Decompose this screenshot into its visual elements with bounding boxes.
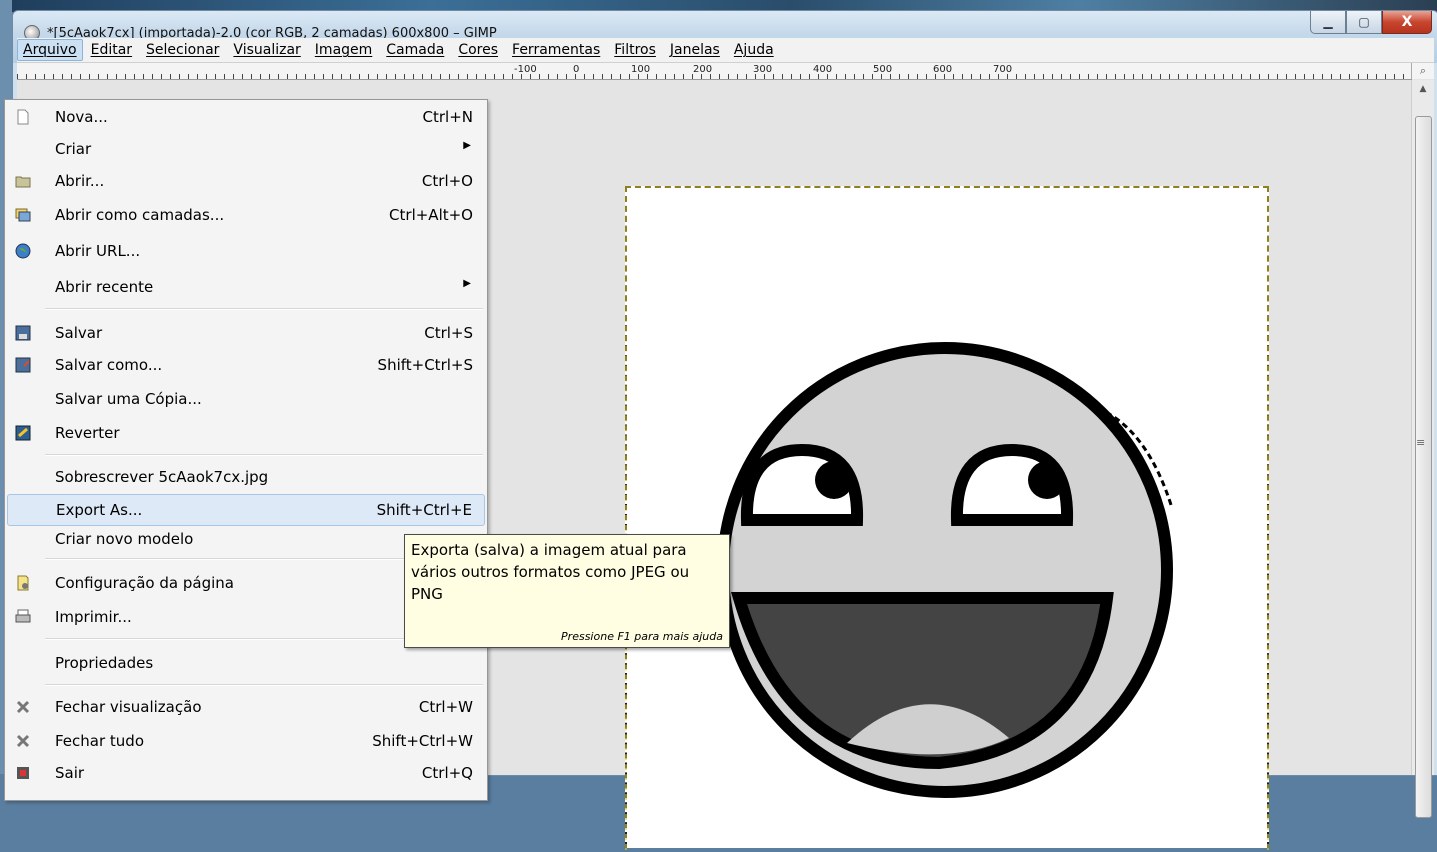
- close-all-icon: [16, 734, 30, 748]
- menu-item-sair[interactable]: Sair Ctrl+Q: [7, 758, 485, 788]
- tooltip-help-hint: Pressione F1 para mais ajuda: [561, 630, 723, 643]
- menu-item-shortcut: Ctrl+O: [421, 172, 473, 190]
- tooltip-text: Exporta (salva) a imagem atual para vári…: [411, 541, 690, 603]
- menu-item-label: Sair: [55, 764, 85, 782]
- menu-ferramentas[interactable]: Ferramentas: [506, 39, 606, 61]
- menu-item-label: Salvar: [55, 324, 103, 342]
- menu-item-sobrescrever[interactable]: Sobrescrever 5cAaok7cx.jpg: [7, 462, 485, 492]
- scroll-up-icon[interactable]: ▲: [1412, 80, 1434, 98]
- menu-item-reverter[interactable]: Reverter: [7, 418, 485, 448]
- window-controls: ▁ ▢ X: [1310, 11, 1432, 34]
- submenu-arrow-icon: ▶: [463, 278, 471, 289]
- menu-item-label: Abrir...: [55, 172, 105, 190]
- menu-item-label: Export As...: [56, 501, 143, 519]
- export-as-tooltip: Exporta (salva) a imagem atual para vári…: [404, 534, 730, 648]
- menu-separator: [45, 454, 483, 456]
- menu-separator: [45, 308, 483, 310]
- globe-icon: [15, 243, 31, 259]
- submenu-arrow-icon: ▶: [463, 140, 471, 151]
- menu-item-abrir-url[interactable]: Abrir URL...: [7, 236, 485, 266]
- open-as-layers-icon: [15, 208, 31, 222]
- menu-item-fechar-visualizacao[interactable]: Fechar visualização Ctrl+W: [7, 692, 485, 722]
- menu-item-label: Configuração da página: [55, 574, 234, 592]
- menu-imagem[interactable]: Imagem: [309, 39, 378, 61]
- close-view-icon: [16, 700, 30, 714]
- maximize-button[interactable]: ▢: [1346, 11, 1382, 34]
- menu-item-label: Sobrescrever 5cAaok7cx.jpg: [55, 468, 269, 486]
- menu-editar[interactable]: Editar: [85, 39, 138, 61]
- menu-visualizar[interactable]: Visualizar: [227, 39, 306, 61]
- menu-item-shortcut: Ctrl+Alt+O: [389, 206, 473, 224]
- menu-item-label: Fechar visualização: [55, 698, 202, 716]
- new-document-icon: [17, 109, 29, 125]
- menu-item-salvar[interactable]: Salvar Ctrl+S: [7, 318, 485, 348]
- menu-item-nova[interactable]: Nova... Ctrl+N: [7, 102, 485, 132]
- menu-janelas[interactable]: Janelas: [664, 39, 726, 61]
- menu-item-shortcut: Ctrl+N: [422, 108, 473, 126]
- image-canvas[interactable]: [625, 186, 1269, 850]
- menu-item-label: Imprimir...: [55, 608, 132, 626]
- menu-separator: [45, 684, 483, 686]
- menu-item-abrir-como-camadas[interactable]: Abrir como camadas... Ctrl+Alt+O: [7, 200, 485, 230]
- close-button[interactable]: X: [1382, 11, 1432, 34]
- file-menu-dropdown: Nova... Ctrl+N Criar ▶ Abrir... Ctrl+O A…: [4, 99, 488, 801]
- menu-filtros[interactable]: Filtros: [608, 39, 662, 61]
- menu-item-label: Abrir URL...: [55, 242, 141, 260]
- menu-item-abrir[interactable]: Abrir... Ctrl+O: [7, 166, 485, 196]
- menu-item-salvar-como[interactable]: Salvar como... Shift+Ctrl+S: [7, 350, 485, 380]
- menu-bar: Arquivo Editar Selecionar Visualizar Ima…: [17, 38, 1434, 63]
- page-setup-icon: [17, 575, 29, 591]
- menu-item-label: Abrir recente: [55, 278, 154, 296]
- menu-item-label: Salvar uma Cópia...: [55, 390, 202, 408]
- menu-item-label: Salvar como...: [55, 356, 163, 374]
- awesome-face-image: [717, 342, 1174, 798]
- menu-item-shortcut: Ctrl+Q: [421, 764, 473, 782]
- menu-item-criar[interactable]: Criar ▶: [7, 134, 485, 164]
- horizontal-ruler[interactable]: -100 0 100 200 300 400 500 600 700: [17, 63, 1412, 80]
- quit-icon: [17, 767, 29, 779]
- menu-item-label: Criar novo modelo: [55, 530, 194, 548]
- scrollbar-grip-icon: ≡: [1416, 436, 1426, 449]
- menu-item-fechar-tudo[interactable]: Fechar tudo Shift+Ctrl+W: [7, 726, 485, 756]
- menu-item-export-as[interactable]: Export As... Shift+Ctrl+E: [7, 494, 485, 526]
- menu-ajuda[interactable]: Ajuda: [728, 39, 780, 61]
- menu-camada[interactable]: Camada: [380, 39, 450, 61]
- menu-item-label: Criar: [55, 140, 92, 158]
- menu-item-shortcut: Ctrl+S: [424, 324, 473, 342]
- menu-item-label: Fechar tudo: [55, 732, 145, 750]
- menu-selecionar[interactable]: Selecionar: [140, 39, 225, 61]
- menu-item-shortcut: Shift+Ctrl+W: [372, 732, 473, 750]
- zoom-icon[interactable]: ⌕: [1411, 63, 1434, 79]
- vertical-scrollbar[interactable]: ▲ ≡: [1411, 80, 1434, 818]
- menu-item-shortcut: Shift+Ctrl+S: [377, 356, 473, 374]
- minimize-button[interactable]: ▁: [1310, 11, 1346, 34]
- printer-icon: [15, 609, 31, 623]
- menu-item-label: Propriedades: [55, 654, 154, 672]
- menu-item-abrir-recente[interactable]: Abrir recente ▶: [7, 272, 485, 302]
- folder-open-icon: [15, 176, 31, 188]
- menu-item-label: Abrir como camadas...: [55, 206, 225, 224]
- ruler-ticks: [17, 74, 1412, 79]
- scrollbar-thumb[interactable]: [1415, 116, 1432, 818]
- menu-item-label: Nova...: [55, 108, 108, 126]
- revert-icon: [15, 425, 31, 441]
- save-icon: [15, 325, 31, 341]
- menu-arquivo[interactable]: Arquivo: [17, 39, 83, 61]
- menu-item-salvar-copia[interactable]: Salvar uma Cópia...: [7, 384, 485, 414]
- menu-item-propriedades[interactable]: Propriedades: [7, 648, 485, 678]
- menu-item-label: Reverter: [55, 424, 120, 442]
- menu-item-shortcut: Shift+Ctrl+E: [376, 501, 472, 519]
- menu-item-shortcut: Ctrl+W: [418, 698, 473, 716]
- save-as-icon: [15, 357, 31, 373]
- menu-cores[interactable]: Cores: [452, 39, 504, 61]
